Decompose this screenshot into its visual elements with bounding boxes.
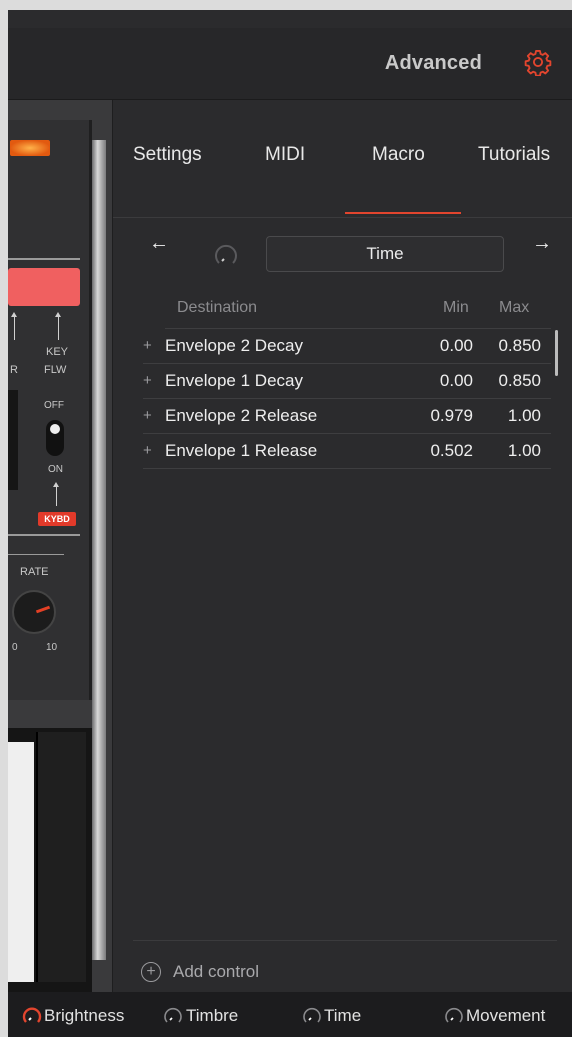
table-row[interactable]: + Envelope 2 Decay 0.00 0.850 [143, 329, 551, 364]
macro-bar: Brightness Timbre Time Movement [8, 992, 572, 1037]
expand-icon[interactable]: + [143, 372, 152, 389]
gear-icon[interactable] [524, 48, 552, 76]
tab-tutorials[interactable]: Tutorials [478, 144, 550, 166]
timbre-knob-icon[interactable] [163, 1006, 183, 1026]
macro-knob-icon[interactable] [213, 243, 239, 269]
expand-icon[interactable]: + [143, 442, 152, 459]
top-bar: Advanced [8, 28, 572, 100]
tab-settings[interactable]: Settings [133, 144, 202, 166]
row-max[interactable]: 0.850 [498, 371, 541, 391]
rate-knob[interactable] [12, 590, 56, 634]
row-max[interactable]: 0.850 [498, 336, 541, 356]
table-row[interactable]: + Envelope 1 Decay 0.00 0.850 [143, 364, 551, 399]
macro-time[interactable]: Time [324, 1006, 361, 1026]
synth-faceplate: KEY R FLW OFF ON KYBD RATE 0 10 [8, 120, 92, 700]
arrow-left-icon[interactable]: ← [149, 232, 169, 255]
row-min[interactable]: 0.00 [440, 371, 473, 391]
led-display [8, 268, 80, 306]
flw-label: FLW [44, 364, 67, 376]
col-min: Min [443, 299, 469, 316]
chrome-rail [92, 140, 106, 960]
time-knob-icon[interactable] [302, 1006, 322, 1026]
keyboard [8, 728, 92, 992]
movement-knob-icon[interactable] [444, 1006, 464, 1026]
tab-macro[interactable]: Macro [372, 144, 425, 166]
arrow-up-icon [11, 312, 17, 340]
divider [8, 534, 80, 536]
power-lamp [10, 140, 50, 156]
white-key[interactable] [8, 742, 34, 982]
advanced-title[interactable]: Advanced [385, 52, 482, 75]
row-destination: Envelope 2 Release [165, 406, 318, 425]
add-control-button[interactable]: Add control [173, 962, 259, 982]
key-label: KEY [46, 346, 69, 358]
arrow-up-icon [53, 482, 59, 506]
table-row[interactable]: + Envelope 2 Release 0.979 1.00 [143, 399, 551, 434]
slider-track[interactable] [8, 390, 18, 490]
add-circle-icon[interactable]: + [141, 962, 161, 982]
scrollbar[interactable] [555, 330, 558, 376]
tab-bar: Settings MIDI Macro Tutorials [113, 100, 572, 218]
expand-icon[interactable]: + [143, 337, 152, 354]
row-destination: Envelope 1 Decay [165, 371, 303, 390]
knob-min-label: 0 [12, 642, 18, 653]
arrow-right-icon[interactable]: → [532, 232, 552, 255]
divider [8, 258, 80, 260]
expand-icon[interactable]: + [143, 407, 152, 424]
row-max[interactable]: 1.00 [508, 406, 541, 426]
app-window: Advanced KEY R FLW OFF ON KYBD RATE 0 10… [8, 10, 572, 1037]
kybd-toggle-switch[interactable] [46, 420, 64, 456]
advanced-panel: Settings MIDI Macro Tutorials ← Time → D… [112, 100, 572, 992]
row-min[interactable]: 0.00 [440, 336, 473, 356]
arrow-up-icon [55, 312, 61, 340]
row-destination: Envelope 1 Release [165, 441, 318, 460]
macro-timbre[interactable]: Timbre [186, 1006, 238, 1026]
macro-movement[interactable]: Movement [466, 1006, 545, 1026]
row-max[interactable]: 1.00 [508, 441, 541, 461]
tab-midi[interactable]: MIDI [265, 144, 305, 166]
macro-brightness[interactable]: Brightness [44, 1006, 124, 1026]
col-max: Max [499, 299, 530, 316]
divider [8, 554, 64, 555]
divider [133, 940, 557, 941]
off-label: OFF [44, 400, 64, 411]
macro-name-field[interactable]: Time [266, 236, 504, 272]
synth-panel: KEY R FLW OFF ON KYBD RATE 0 10 [8, 100, 112, 992]
row-destination: Envelope 2 Decay [165, 336, 303, 355]
rate-label: RATE [20, 566, 49, 578]
table-row[interactable]: + Envelope 1 Release 0.502 1.00 [143, 434, 551, 469]
row-min[interactable]: 0.979 [430, 406, 473, 426]
brightness-knob-icon[interactable] [22, 1006, 42, 1026]
active-tab-indicator [345, 212, 461, 214]
knob-max-label: 10 [46, 642, 58, 653]
black-key[interactable] [36, 732, 86, 982]
row-min[interactable]: 0.502 [430, 441, 473, 461]
kybd-badge: KYBD [38, 512, 76, 526]
r-label: R [10, 364, 18, 376]
on-label: ON [48, 464, 63, 475]
col-destination: Destination [177, 299, 258, 316]
